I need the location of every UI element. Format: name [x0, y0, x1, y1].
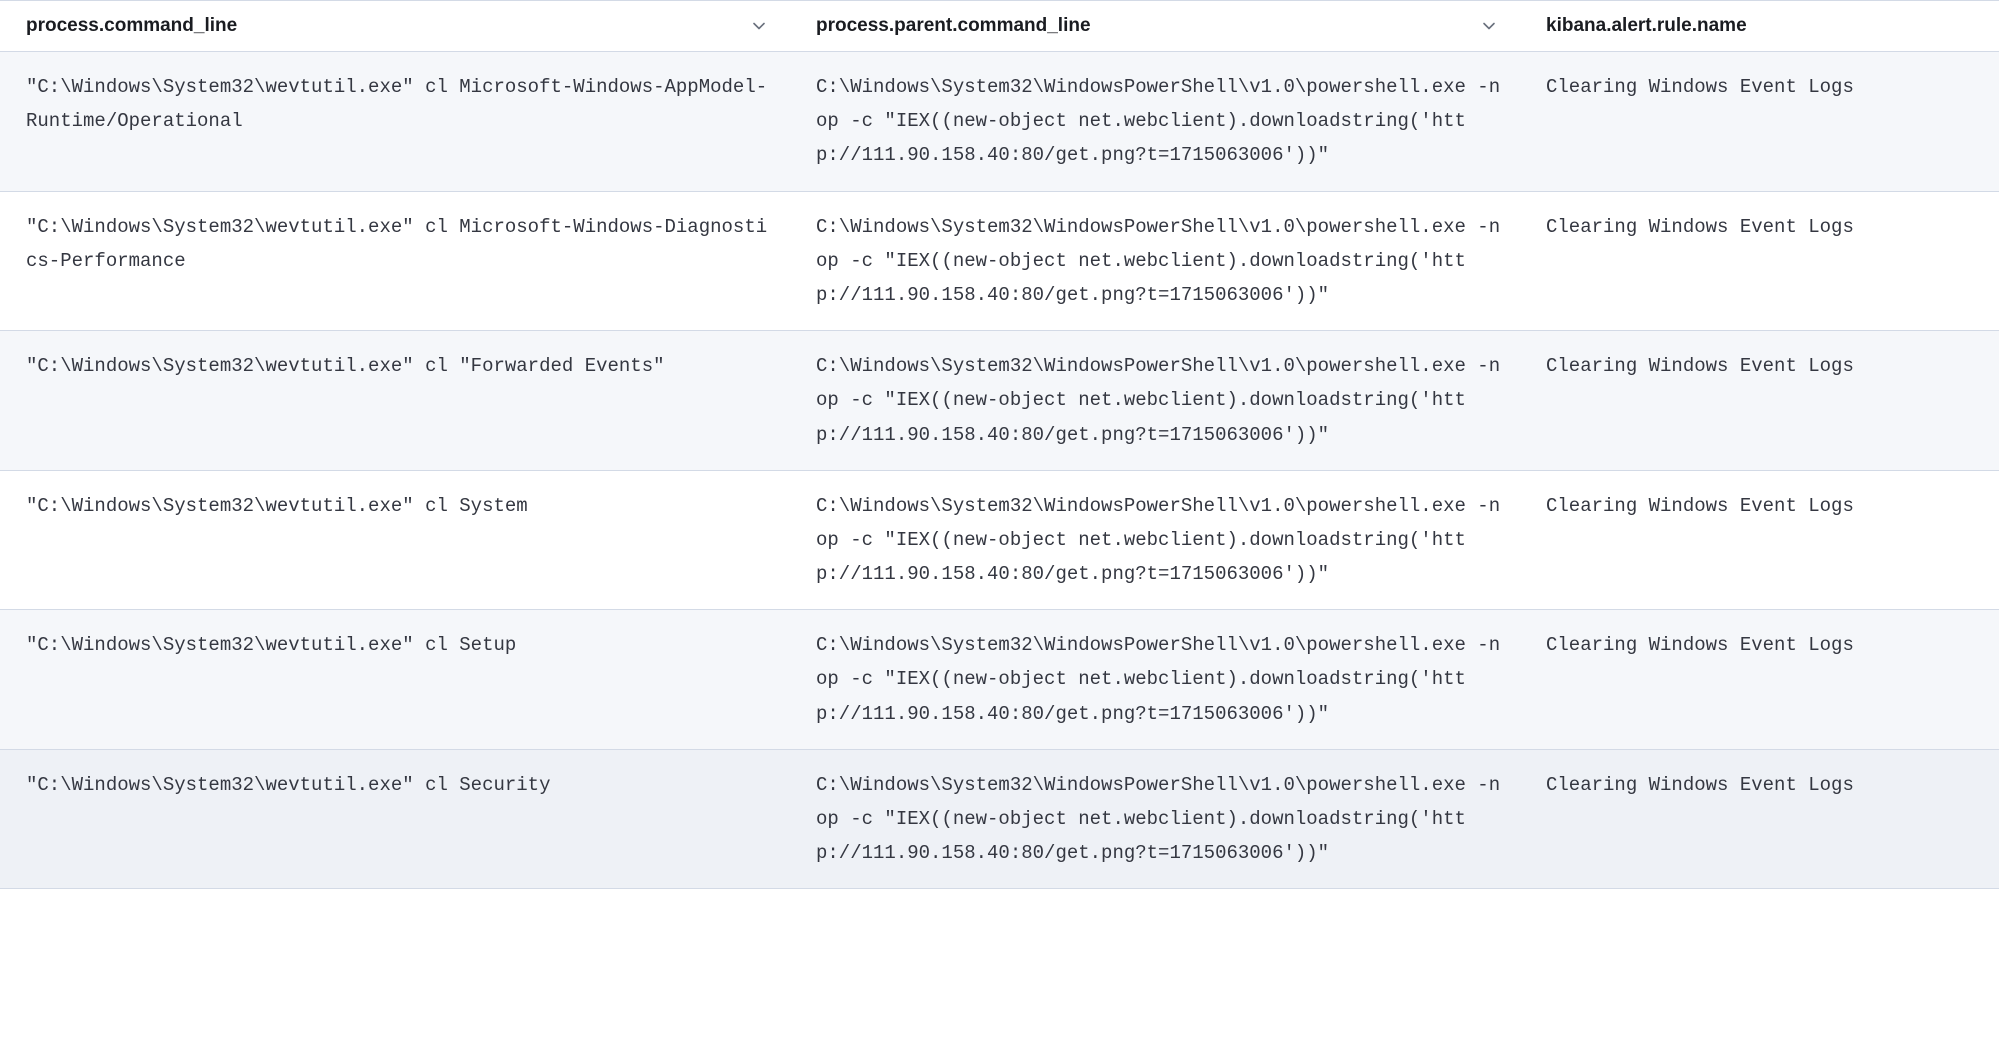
cell-rule-name: Clearing Windows Event Logs — [1520, 470, 1999, 610]
cell-process-command-line: "C:\Windows\System32\wevtutil.exe" cl Mi… — [0, 52, 790, 192]
column-header-process-command-line[interactable]: process.command_line — [0, 1, 790, 52]
cell-process-parent-command-line: C:\Windows\System32\WindowsPowerShell\v1… — [790, 52, 1520, 192]
cell-rule-name: Clearing Windows Event Logs — [1520, 331, 1999, 471]
column-header-label: process.parent.command_line — [816, 15, 1091, 37]
cell-rule-name: Clearing Windows Event Logs — [1520, 191, 1999, 331]
cell-rule-name: Clearing Windows Event Logs — [1520, 52, 1999, 192]
column-header-label: kibana.alert.rule.name — [1546, 15, 1747, 37]
column-header-label: process.command_line — [26, 15, 237, 37]
cell-rule-name: Clearing Windows Event Logs — [1520, 749, 1999, 889]
chevron-down-icon[interactable] — [750, 17, 768, 35]
table-row[interactable]: "C:\Windows\System32\wevtutil.exe" cl Sy… — [0, 470, 1999, 610]
cell-process-command-line: "C:\Windows\System32\wevtutil.exe" cl "F… — [0, 331, 790, 471]
cell-process-command-line: "C:\Windows\System32\wevtutil.exe" cl Se… — [0, 610, 790, 750]
cell-process-parent-command-line: C:\Windows\System32\WindowsPowerShell\v1… — [790, 470, 1520, 610]
cell-process-parent-command-line: C:\Windows\System32\WindowsPowerShell\v1… — [790, 191, 1520, 331]
table-row[interactable]: "C:\Windows\System32\wevtutil.exe" cl Mi… — [0, 191, 1999, 331]
cell-process-parent-command-line: C:\Windows\System32\WindowsPowerShell\v1… — [790, 749, 1520, 889]
table-row[interactable]: "C:\Windows\System32\wevtutil.exe" cl Mi… — [0, 52, 1999, 192]
table-row[interactable]: "C:\Windows\System32\wevtutil.exe" cl Se… — [0, 610, 1999, 750]
cell-rule-name: Clearing Windows Event Logs — [1520, 610, 1999, 750]
cell-process-parent-command-line: C:\Windows\System32\WindowsPowerShell\v1… — [790, 331, 1520, 471]
column-header-kibana-alert-rule-name[interactable]: kibana.alert.rule.name — [1520, 1, 1999, 52]
alert-table: process.command_line process.parent.comm… — [0, 0, 1999, 889]
chevron-down-icon[interactable] — [1480, 17, 1498, 35]
cell-process-parent-command-line: C:\Windows\System32\WindowsPowerShell\v1… — [790, 610, 1520, 750]
cell-process-command-line: "C:\Windows\System32\wevtutil.exe" cl Mi… — [0, 191, 790, 331]
column-header-process-parent-command-line[interactable]: process.parent.command_line — [790, 1, 1520, 52]
cell-process-command-line: "C:\Windows\System32\wevtutil.exe" cl Se… — [0, 749, 790, 889]
table-row[interactable]: "C:\Windows\System32\wevtutil.exe" cl Se… — [0, 749, 1999, 889]
cell-process-command-line: "C:\Windows\System32\wevtutil.exe" cl Sy… — [0, 470, 790, 610]
table-body: "C:\Windows\System32\wevtutil.exe" cl Mi… — [0, 52, 1999, 889]
table-row[interactable]: "C:\Windows\System32\wevtutil.exe" cl "F… — [0, 331, 1999, 471]
table-header-row: process.command_line process.parent.comm… — [0, 1, 1999, 52]
